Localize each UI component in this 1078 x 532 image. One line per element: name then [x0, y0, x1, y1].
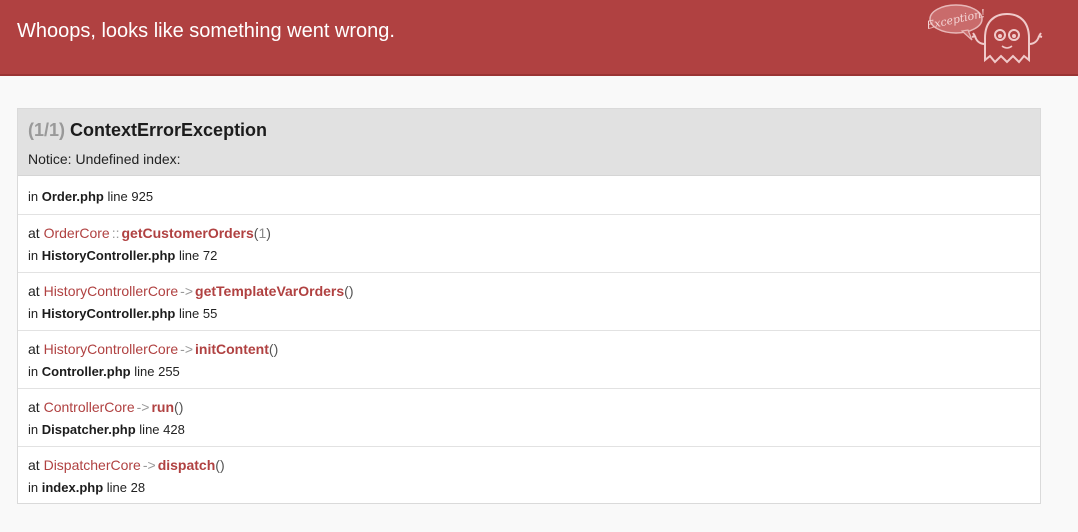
- file-name: Order.php: [41, 189, 104, 204]
- exception-title: (1/1) ContextErrorException: [28, 120, 267, 141]
- exception-header: (1/1) ContextErrorException Notice: Undef…: [18, 109, 1040, 176]
- frame-call: at HistoryControllerCore -> getTemplateVar…: [28, 283, 354, 299]
- in-label: in: [28, 306, 39, 321]
- exception-name: ContextErrorException: [70, 120, 268, 140]
- frame-class: ControllerCore: [43, 399, 135, 415]
- frame-method: getCustomerOrders: [121, 225, 254, 241]
- frame-location: in Dispatcher.php line 428: [28, 422, 185, 437]
- line-label: line: [106, 480, 128, 495]
- frame-location: in HistoryController.php line 72: [28, 248, 217, 263]
- line-number: 55: [202, 306, 218, 321]
- args-close: ): [266, 225, 271, 241]
- at-label: at: [28, 225, 40, 241]
- frame-class: OrderCore: [43, 225, 110, 241]
- in-label: in: [28, 480, 39, 495]
- trace-frame: at HistoryControllerCore -> getTemplateVar…: [18, 273, 1040, 331]
- line-number: 428: [163, 422, 185, 437]
- line-label: line: [107, 189, 128, 204]
- args-close: ): [219, 457, 225, 473]
- at-label: at: [28, 399, 40, 415]
- frame-location: in index.php line 28: [28, 480, 145, 495]
- frame-class: HistoryControllerCore: [43, 283, 179, 299]
- in-label: in: [28, 189, 39, 204]
- exception-origin: in Order.php line 925: [18, 176, 1040, 215]
- ghost-mascot-icon: Exception!: [928, 4, 1043, 64]
- line-number: 255: [158, 364, 180, 379]
- line-number: 925: [131, 189, 154, 204]
- frame-location: in Controller.php line 255: [28, 364, 180, 379]
- trace-frame: at DispatcherCore -> dispatch() in index.p…: [18, 447, 1040, 505]
- file-name: Dispatcher.php: [41, 422, 136, 437]
- frame-method: dispatch: [157, 457, 216, 473]
- frame-method: initContent: [195, 341, 269, 357]
- at-label: at: [28, 457, 40, 473]
- line-label: line: [179, 248, 200, 263]
- line-number: 28: [130, 480, 146, 495]
- in-label: in: [28, 248, 39, 263]
- line-label: line: [139, 422, 160, 437]
- exception-message: Notice: Undefined index:: [28, 151, 181, 167]
- exception-panel: (1/1) ContextErrorException Notice: Undef…: [17, 108, 1041, 504]
- line-number: 72: [202, 248, 218, 263]
- file-name: HistoryController.php: [41, 306, 176, 321]
- at-label: at: [28, 283, 40, 299]
- in-label: in: [28, 364, 39, 379]
- call-separator: ::: [111, 225, 120, 241]
- file-name: index.php: [41, 480, 104, 495]
- frame-class: DispatcherCore: [43, 457, 141, 473]
- frame-location: in HistoryController.php line 55: [28, 306, 217, 321]
- exception-count: (1/1): [28, 120, 66, 140]
- line-label: line: [134, 364, 155, 379]
- trace-frame: at OrderCore:: getCustomerOrders(1) in Hi…: [18, 215, 1040, 273]
- trace-frame: at ControllerCore -> run() in Dispatcher.p…: [18, 389, 1040, 447]
- call-separator: ->: [136, 399, 150, 415]
- line-label: line: [179, 306, 200, 321]
- in-label: in: [28, 422, 39, 437]
- origin-location: in Order.php line 925: [28, 189, 153, 204]
- frame-call: at DispatcherCore -> dispatch(): [28, 457, 225, 473]
- file-name: Controller.php: [41, 364, 131, 379]
- args-close: ): [178, 399, 184, 415]
- file-name: HistoryController.php: [41, 248, 176, 263]
- frame-method: getTemplateVarOrders: [195, 283, 345, 299]
- frame-call: at OrderCore:: getCustomerOrders(1): [28, 225, 271, 241]
- trace-frame: at HistoryControllerCore -> initContent() …: [18, 331, 1040, 389]
- args-close: ): [348, 283, 354, 299]
- call-separator: ->: [180, 341, 194, 357]
- page-title: Whoops, looks like something went wrong.: [17, 20, 395, 42]
- frame-class: HistoryControllerCore: [43, 341, 179, 357]
- at-label: at: [28, 341, 40, 357]
- call-separator: ->: [142, 457, 156, 473]
- error-header: Whoops, looks like something went wrong.…: [0, 0, 1078, 76]
- frame-method: run: [151, 399, 175, 415]
- frame-call: at HistoryControllerCore -> initContent(): [28, 341, 278, 357]
- frame-call: at ControllerCore -> run(): [28, 399, 183, 415]
- call-separator: ->: [180, 283, 194, 299]
- args-close: ): [273, 341, 279, 357]
